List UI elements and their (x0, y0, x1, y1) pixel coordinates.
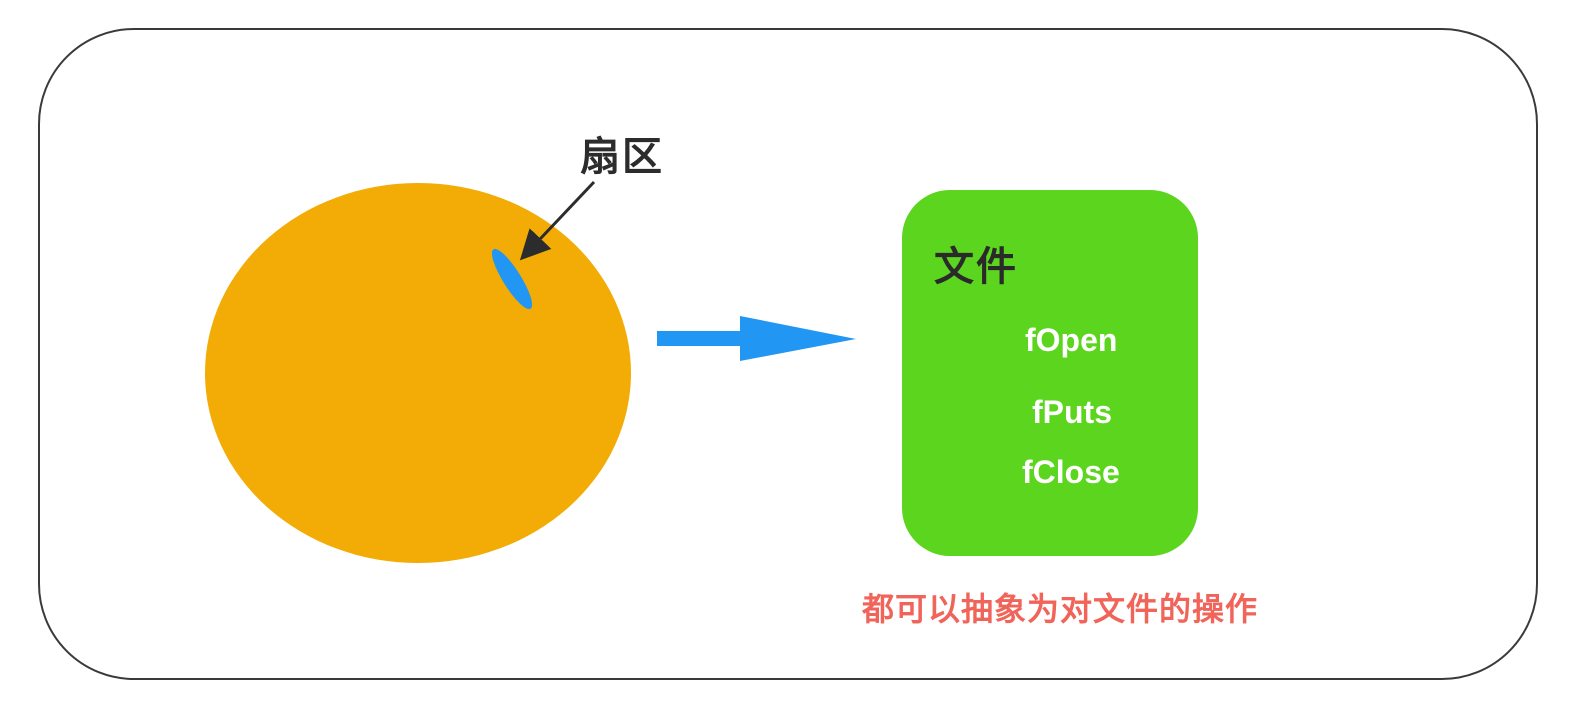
caption: 都可以抽象为对文件的操作 (862, 590, 1259, 628)
file-op-fclose: fClose (1022, 454, 1120, 490)
transform-arrow (657, 316, 856, 361)
diagram-overlay (491, 180, 856, 361)
file-op-fopen: fOpen (1025, 322, 1118, 358)
sector-label: 扇区 (580, 134, 664, 180)
file-op-fputs: fPuts (1032, 394, 1112, 430)
sector-pointer-arrow (519, 180, 596, 261)
file-title: 文件 (934, 244, 1018, 290)
sector-highlight (491, 248, 533, 310)
